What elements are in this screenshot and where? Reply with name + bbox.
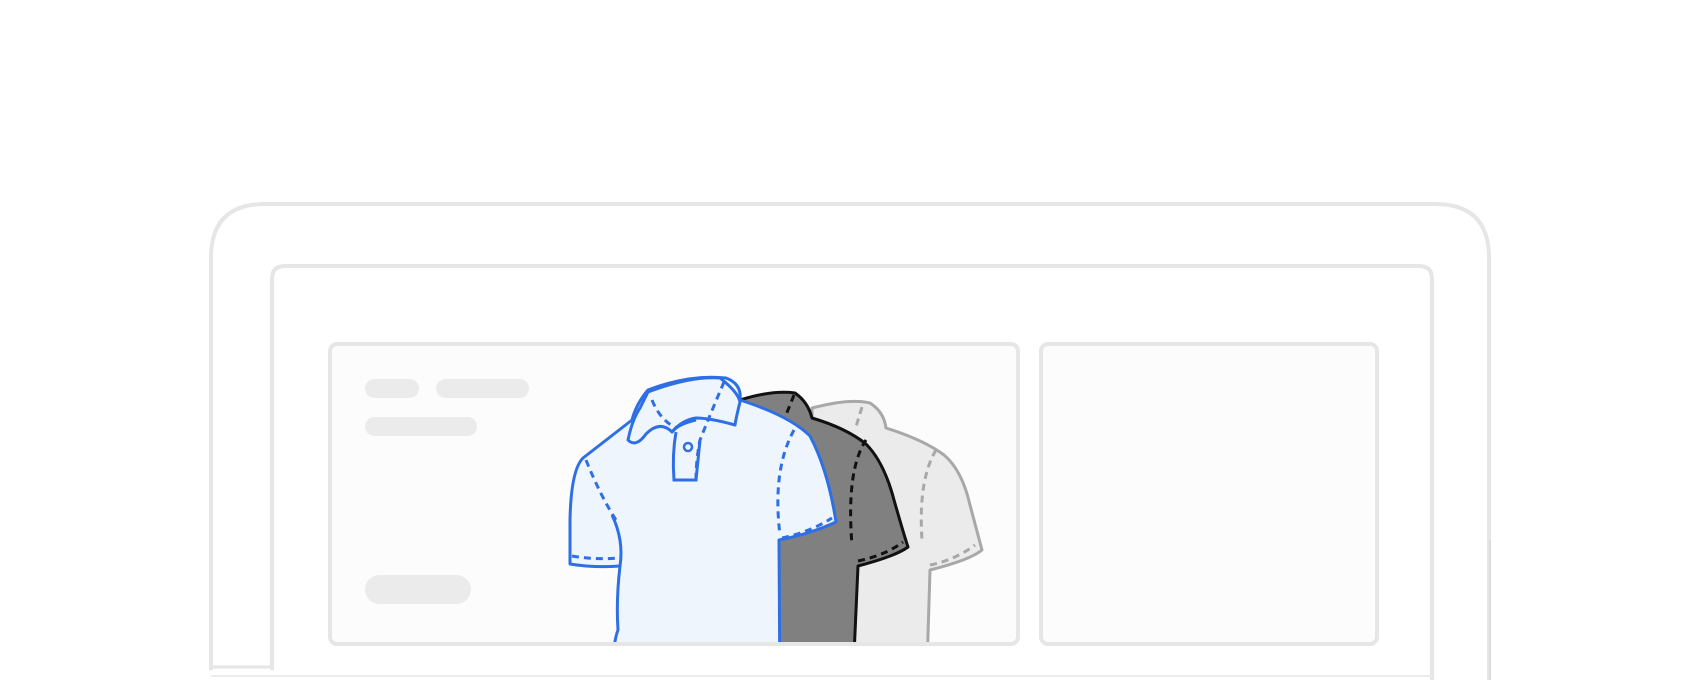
placeholder-bar-2: [436, 379, 529, 398]
content-card-right: [1039, 342, 1379, 646]
placeholder-bar-3: [365, 417, 477, 436]
illustration-stage: [0, 0, 1696, 680]
placeholder-bar-1: [365, 379, 419, 398]
placeholder-button: [365, 575, 471, 604]
device-mockup-illustration: [209, 202, 1491, 680]
